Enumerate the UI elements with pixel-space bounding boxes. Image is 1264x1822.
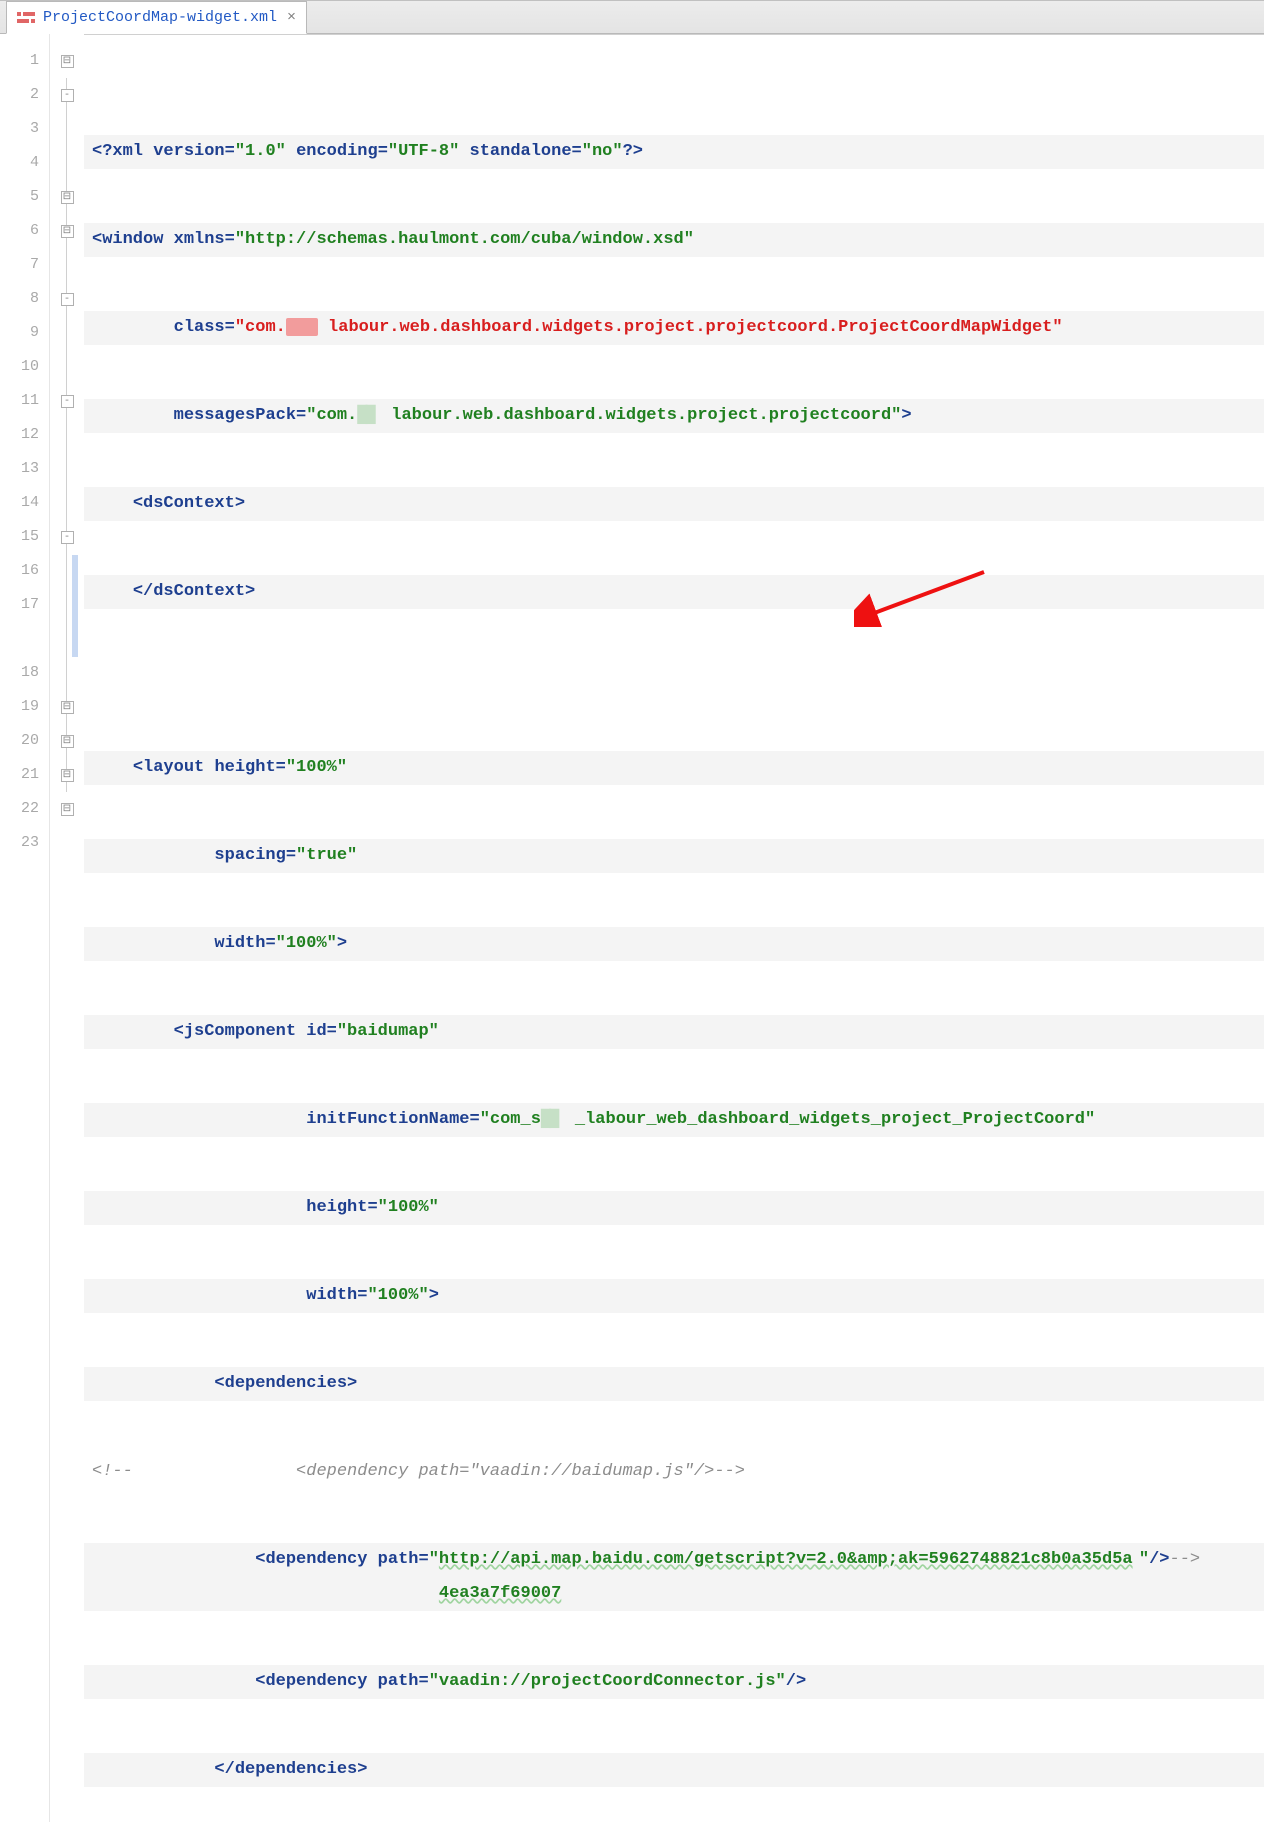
redacted-block [286, 318, 318, 336]
line-number[interactable]: 23 [0, 826, 49, 860]
code-line[interactable]: <dependency path="http://api.map.baidu.c… [84, 1543, 1264, 1611]
line-number[interactable]: 15 [0, 520, 49, 554]
line-number[interactable]: 9 [0, 316, 49, 350]
code-line[interactable]: <dependencies> [84, 1367, 1264, 1401]
code-line[interactable]: messagesPack="com.██labour.web.dashboard… [84, 399, 1264, 433]
line-number[interactable]: 17 [0, 588, 49, 656]
code-line[interactable]: <dsContext> [84, 487, 1264, 521]
tab-close-icon[interactable]: × [285, 9, 296, 26]
code-line[interactable]: </dependencies> [84, 1753, 1264, 1787]
code-line[interactable]: class="com. labour.web.dashboard.widgets… [84, 311, 1264, 345]
line-number[interactable]: 6 [0, 214, 49, 248]
code-line[interactable]: <dependency path="vaadin://projectCoordC… [84, 1665, 1264, 1699]
code-line[interactable]: height="100%" [84, 1191, 1264, 1225]
line-number[interactable]: 5 [0, 180, 49, 214]
code-line[interactable]: width="100%"> [84, 1279, 1264, 1313]
line-number[interactable]: 2 [0, 78, 49, 112]
line-number-gutter: 1 2 3 4 5 6 7 8 9 10 11 12 13 14 15 16 1… [0, 34, 50, 1822]
line-number[interactable]: 22 [0, 792, 49, 826]
code-area[interactable]: <?xml version="1.0" encoding="UTF-8" sta… [84, 34, 1264, 1822]
line-number[interactable]: 10 [0, 350, 49, 384]
code-line[interactable]: spacing="true" [84, 839, 1264, 873]
line-number[interactable]: 19 [0, 690, 49, 724]
fold-toggle[interactable]: ⊟ [61, 769, 74, 782]
fold-toggle[interactable]: - [61, 531, 74, 544]
line-number[interactable]: 13 [0, 452, 49, 486]
line-number[interactable]: 3 [0, 112, 49, 146]
tab-bar: ProjectCoordMap-widget.xml × [0, 1, 1264, 34]
fold-toggle[interactable]: ⊟ [61, 701, 74, 714]
fold-toggle[interactable]: ⊟ [61, 55, 74, 68]
xml-file-icon [17, 11, 35, 25]
code-line[interactable]: </dsContext> [84, 575, 1264, 609]
tab-filename: ProjectCoordMap-widget.xml [43, 9, 277, 26]
line-number[interactable]: 18 [0, 656, 49, 690]
fold-toggle[interactable]: ⊟ [61, 225, 74, 238]
fold-toggle[interactable]: - [61, 89, 74, 102]
fold-toggle[interactable]: ⊟ [61, 191, 74, 204]
code-line[interactable]: initFunctionName="com_s██_labour_web_das… [84, 1103, 1264, 1137]
line-number[interactable]: 8 [0, 282, 49, 316]
code-line[interactable]: <layout height="100%" [84, 751, 1264, 785]
line-number[interactable]: 4 [0, 146, 49, 180]
change-marker [72, 555, 78, 657]
code-line[interactable]: width="100%"> [84, 927, 1264, 961]
code-line[interactable]: <?xml version="1.0" encoding="UTF-8" sta… [84, 135, 1264, 169]
line-number[interactable]: 14 [0, 486, 49, 520]
fold-toggle[interactable]: ⊟ [61, 735, 74, 748]
fold-toggle[interactable]: - [61, 293, 74, 306]
redacted-block: ██ [541, 1103, 575, 1137]
line-number[interactable]: 1 [0, 44, 49, 78]
editor-body: 1 2 3 4 5 6 7 8 9 10 11 12 13 14 15 16 1… [0, 34, 1264, 1822]
code-line[interactable]: <!-- <dependency path="vaadin://baidumap… [84, 1455, 1264, 1489]
line-number[interactable]: 7 [0, 248, 49, 282]
line-number[interactable]: 21 [0, 758, 49, 792]
redacted-block: ██ [357, 399, 391, 433]
line-number[interactable]: 12 [0, 418, 49, 452]
line-number[interactable]: 20 [0, 724, 49, 758]
file-tab[interactable]: ProjectCoordMap-widget.xml × [6, 1, 307, 34]
line-number[interactable]: 16 [0, 554, 49, 588]
fold-gutter: ⊟ - ⊟ ⊟ - - - ⊟ ⊟ ⊟ ⊟ [50, 34, 84, 1822]
code-line[interactable] [84, 663, 1264, 697]
code-line[interactable]: <window xmlns="http://schemas.haulmont.c… [84, 223, 1264, 257]
fold-toggle[interactable]: - [61, 395, 74, 408]
code-line[interactable]: <jsComponent id="baidumap" [84, 1015, 1264, 1049]
fold-toggle[interactable]: ⊟ [61, 803, 74, 816]
line-number[interactable]: 11 [0, 384, 49, 418]
editor-frame: ProjectCoordMap-widget.xml × 1 2 3 4 5 6… [0, 0, 1264, 911]
